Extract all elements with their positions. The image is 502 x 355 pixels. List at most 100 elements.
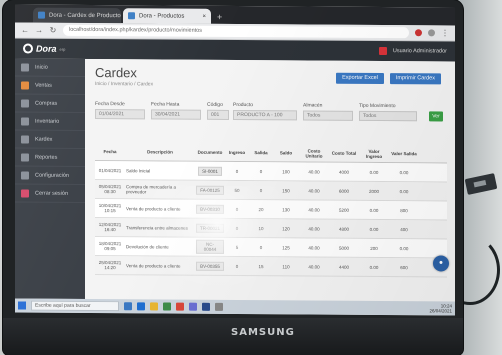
column-header[interactable]: Fecha [95, 143, 125, 160]
table-cell: Compra de mercadería a proveedor [126, 184, 177, 195]
table-row[interactable]: 12/04/2021 16:40 Transferencia entre alma… [95, 218, 447, 240]
document-badge[interactable]: BV-00355 [196, 261, 224, 271]
plus-icon[interactable]: + [213, 10, 226, 24]
table-cell: 0.00 [399, 188, 409, 194]
reload-icon[interactable]: ↻ [49, 26, 57, 35]
table-cell: 0 [259, 244, 263, 250]
table-row[interactable]: 18/04/2021 09:05 Devolución de cliente NC-… [95, 237, 447, 259]
extension-icon[interactable] [415, 29, 422, 37]
table-cell: 5 [235, 244, 239, 250]
table-cell: 5200 [338, 207, 349, 213]
print-button[interactable]: Imprimir Cardex [389, 73, 441, 85]
table-row[interactable]: 05/04/2021 08:30 Compra de mercadería a p… [95, 180, 447, 202]
table-cell: Transferencia entre almacenes [126, 224, 188, 231]
menu-dots-icon[interactable]: ⋮ [441, 28, 449, 37]
document-badge[interactable]: TR-00021 [196, 223, 224, 233]
address-bar[interactable]: localhost/dora/index.php/kardex/producto… [63, 24, 409, 39]
table-cell: 10/04/2021 10:15 [98, 203, 122, 214]
table-cell: 110 [282, 263, 290, 269]
system-tray[interactable]: 10:24 26/04/2021 [429, 303, 452, 313]
sidebar-item-configuracion[interactable]: Configuración [15, 166, 85, 185]
laptop-bezel: Dora - Cardex de Producto × Dora - Produ… [3, 0, 463, 355]
table-cell: Venta de producto a cliente [126, 262, 181, 269]
excel-icon[interactable] [163, 302, 171, 311]
table-cell: 0.00 [399, 169, 409, 175]
filter-label: Fecha Hasta [151, 101, 180, 108]
notification-icon[interactable] [378, 47, 387, 56]
column-header[interactable]: Descripción [125, 143, 195, 160]
export-button[interactable]: Exportar Excel [336, 72, 384, 85]
user-name[interactable]: Usuario Administrador [393, 48, 447, 54]
column-header[interactable]: Salida [249, 144, 273, 161]
sidebar-item-compras[interactable]: Compras [15, 94, 85, 113]
sidebar-item-logout[interactable]: Cerrar sesión [15, 184, 85, 203]
windows-start-icon[interactable] [18, 301, 26, 310]
task-view-icon[interactable] [124, 302, 132, 311]
chart-icon [21, 153, 29, 162]
table-cell: 5000 [338, 245, 349, 251]
bag-icon [21, 99, 29, 108]
clock-date: 26/04/2021 [429, 308, 452, 314]
cart-icon [21, 81, 29, 90]
filter-from: Fecha Desde 01/04/2021 [95, 101, 145, 120]
app-icon[interactable] [189, 302, 197, 311]
table-row[interactable]: 10/04/2021 10:15 Venta de producto a clie… [95, 199, 447, 221]
document-badge[interactable]: FA-00125 [196, 185, 224, 195]
chat-button[interactable]: ● [433, 255, 449, 272]
view-button[interactable]: Ver [429, 111, 443, 122]
warehouse-select[interactable]: Todos [303, 110, 353, 121]
table-cell: NC-00044 [195, 238, 225, 256]
table-cell: 4800 [338, 226, 349, 232]
sidebar-item-kardex[interactable]: Kardex [15, 130, 85, 149]
table-cell: Venta de producto a cliente [126, 205, 181, 212]
sidebar-item-inventario[interactable]: Inventario [15, 112, 85, 131]
product-select[interactable]: PRODUCTO A - 100 [233, 109, 297, 121]
table-cell: 50 [234, 187, 240, 193]
column-header[interactable]: Documento [195, 144, 225, 161]
folder-icon[interactable] [150, 302, 158, 311]
column-header[interactable]: Costo Unitario [299, 144, 329, 161]
table-cell: 200 [370, 245, 378, 251]
table-cell: 130 [282, 206, 290, 212]
column-header[interactable]: Costo Total [329, 145, 359, 162]
table-cell: 4000 [338, 169, 349, 175]
table-cell: 40.00 [308, 188, 320, 194]
column-header[interactable]: Saldo [273, 144, 299, 161]
table-cell: 40.00 [308, 264, 320, 270]
profile-icon[interactable] [428, 29, 435, 37]
table-cell: 125 [282, 244, 290, 250]
table-cell: 20 [258, 206, 264, 212]
document-badge[interactable]: BV-00310 [196, 204, 224, 214]
chrome-icon[interactable] [176, 302, 184, 311]
column-header[interactable]: Ingreso [225, 144, 249, 161]
sidebar-item-inicio[interactable]: Inicio [15, 58, 85, 77]
calculator-icon[interactable] [215, 302, 223, 311]
code-input[interactable]: 001 [207, 109, 229, 120]
taskbar-search[interactable]: Escribe aquí para buscar [31, 300, 119, 312]
column-header[interactable]: Valor Ingreso [359, 145, 389, 162]
forward-icon[interactable]: → [35, 26, 43, 35]
sidebar-item-label: Cerrar sesión [35, 190, 69, 197]
date-from-input[interactable]: 01/04/2021 [95, 109, 145, 120]
sidebar: Inicio Ventas Compras Inventario Kardex … [15, 58, 85, 299]
table-row[interactable]: 01/04/2021 Saldo Inicial SI-0001 0 0 100 40.00… [95, 161, 447, 183]
app-logo[interactable]: Dora erp [23, 43, 66, 54]
table-cell: FA-00125 [195, 181, 225, 199]
edge-icon[interactable] [137, 302, 145, 311]
document-badge[interactable]: NC-00044 [196, 239, 224, 254]
movement-type-select[interactable]: Todos [359, 110, 417, 122]
browser-tab[interactable]: Dora - Cardex de Producto × [33, 7, 121, 24]
sidebar-item-reportes[interactable]: Reportes [15, 148, 85, 167]
browser-tab-active[interactable]: Dora - Productos × [123, 8, 211, 24]
word-icon[interactable] [202, 302, 210, 311]
logo-sub: erp [59, 46, 66, 52]
close-icon[interactable]: × [202, 13, 206, 19]
screen: Dora - Cardex de Producto × Dora - Produ… [15, 4, 455, 316]
date-to-input[interactable]: 30/04/2021 [151, 109, 201, 120]
sidebar-item-ventas[interactable]: Ventas [15, 76, 85, 95]
table-row[interactable]: 25/04/2021 14:20 Venta de producto a clie… [95, 256, 447, 278]
column-header[interactable]: Valor Salida [389, 145, 419, 162]
back-icon[interactable]: ← [21, 26, 29, 35]
document-badge[interactable]: SI-0001 [198, 166, 222, 176]
windows-taskbar: Escribe aquí para buscar 10:24 26/04/202… [15, 298, 455, 316]
